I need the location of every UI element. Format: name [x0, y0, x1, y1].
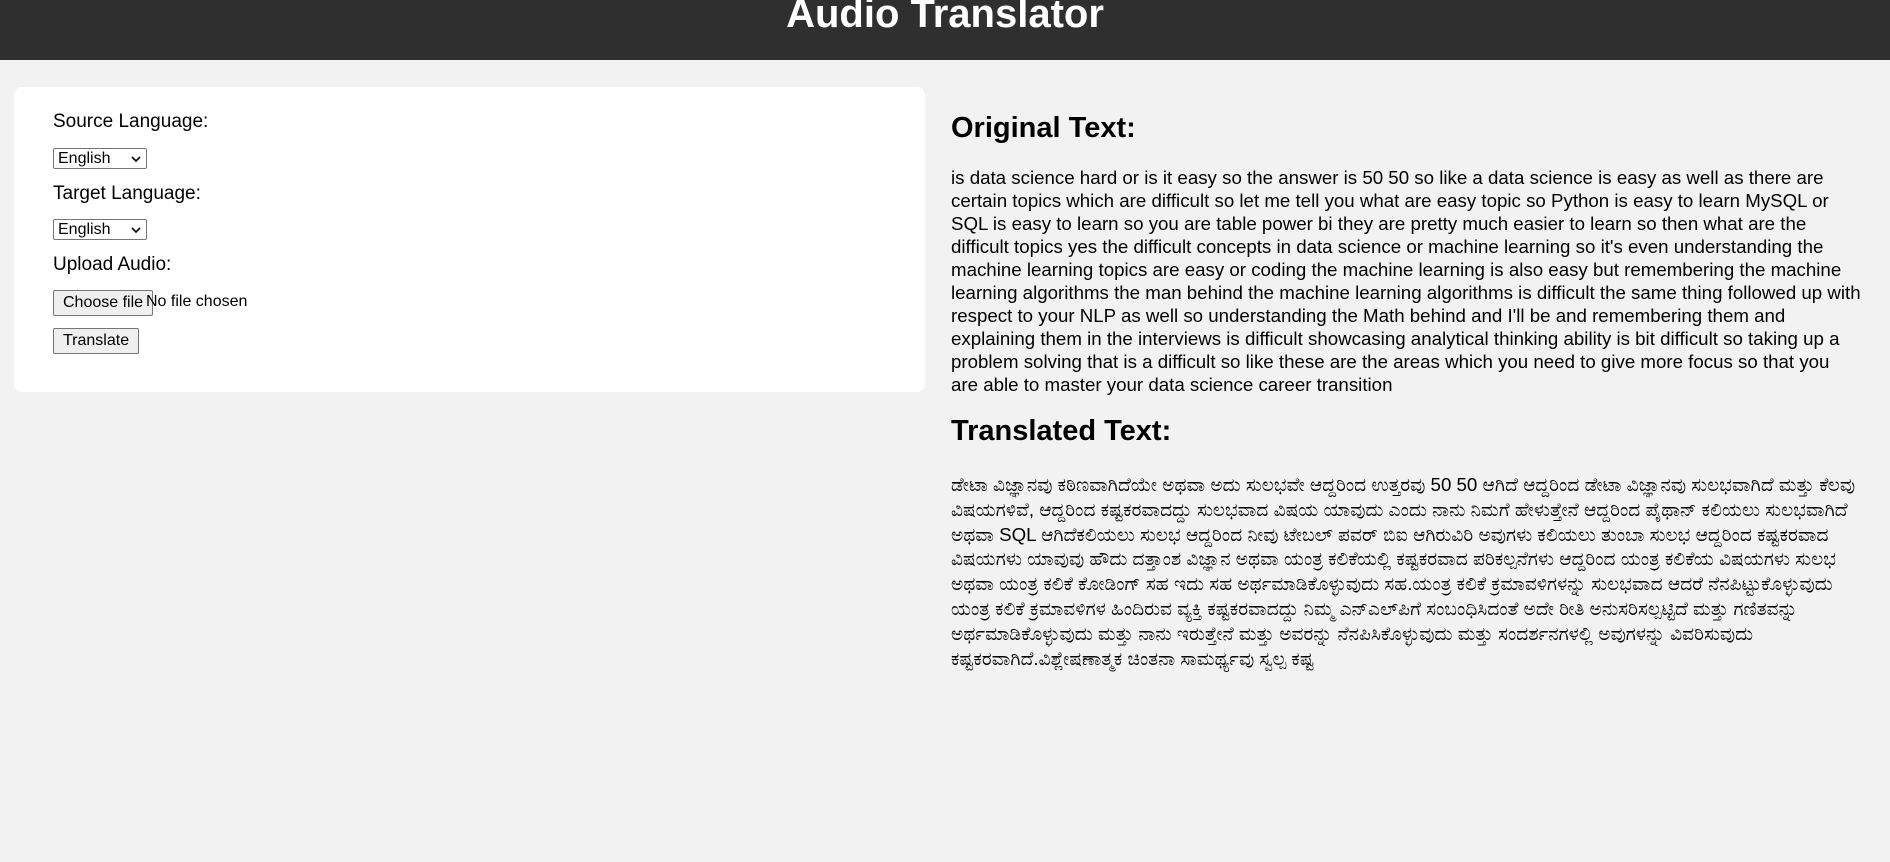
target-language-value: English — [58, 221, 111, 238]
target-language-select[interactable]: English — [53, 219, 147, 240]
page-title: Audio Translator — [786, 0, 1104, 36]
source-language-select[interactable]: English — [53, 148, 147, 169]
app-header: Audio Translator — [0, 0, 1890, 60]
translated-text-body: ಡೇಟಾ ವಿಜ್ಞಾನವು ಕಠಿಣವಾಗಿದೆಯೇ ಅಥವಾ ಅದು ಸುಲ… — [951, 474, 1856, 669]
results-section: Original Text: is data science hard or i… — [951, 100, 1861, 671]
chevron-down-icon — [131, 156, 141, 163]
file-status-text: No file chosen — [146, 293, 248, 310]
source-language-label: Source Language: — [53, 111, 209, 132]
upload-form-panel: Source Language: English Target Language… — [14, 87, 925, 392]
upload-audio-label: Upload Audio: — [53, 254, 172, 275]
source-language-value: English — [58, 150, 111, 167]
chevron-down-icon — [131, 227, 141, 234]
original-text-body: is data science hard or is it easy so th… — [951, 167, 1861, 395]
choose-file-button[interactable]: Choose file — [53, 290, 154, 316]
target-language-label: Target Language: — [53, 183, 201, 204]
original-text-heading: Original Text: — [951, 112, 1136, 144]
translate-button[interactable]: Translate — [53, 328, 140, 354]
translated-text-heading: Translated Text: — [951, 415, 1172, 447]
